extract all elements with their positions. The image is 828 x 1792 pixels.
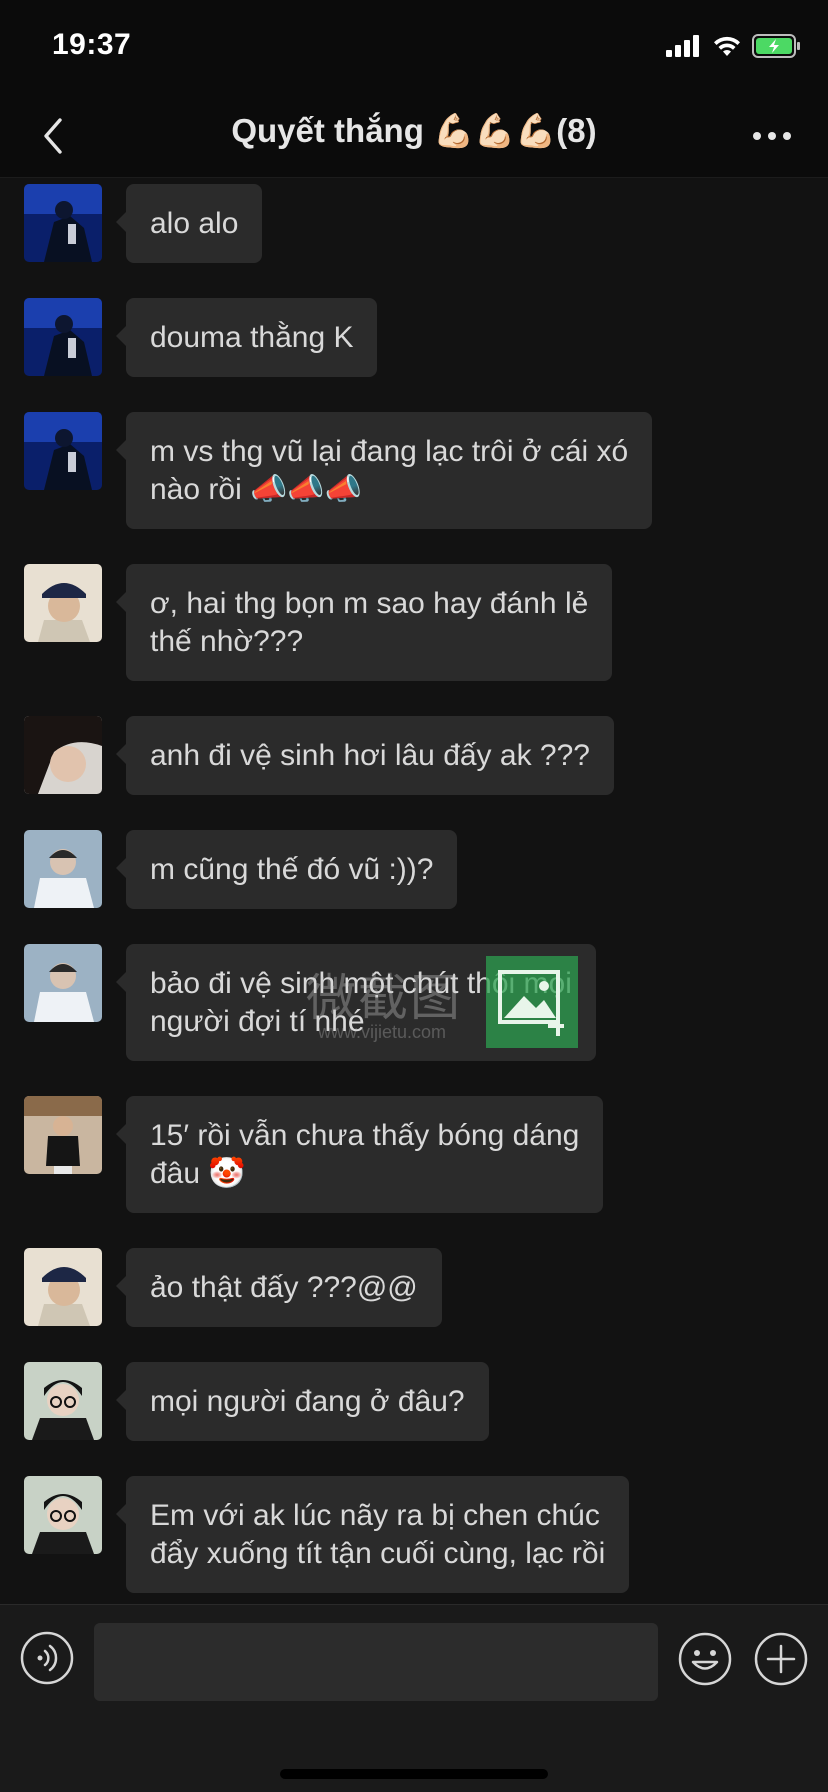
chat-header: Quyết thắng 💪🏻💪🏻💪🏻(8) — [0, 94, 828, 178]
message-bubble[interactable]: anh đi vệ sinh hơi lâu đấy ak ??? — [116, 716, 614, 795]
message-bubble[interactable]: 15′ rồi vẫn chưa thấy bóng dáng đâu 🤡 — [115, 1096, 604, 1213]
avatar[interactable] — [24, 716, 102, 794]
message-text: anh đi vệ sinh hơi lâu đấy ak ??? — [150, 739, 590, 772]
message-text: ảo thật đấy ???@@ — [150, 1271, 418, 1304]
status-time: 19:37 — [52, 28, 132, 61]
message-text-line: đẩy xuống tít tận cuối cùng, lạc rồi — [150, 1537, 606, 1570]
add-button[interactable] — [753, 1631, 809, 1687]
avatar[interactable] — [24, 1362, 102, 1440]
avatar[interactable] — [24, 1096, 102, 1174]
avatar[interactable] — [24, 1476, 102, 1554]
status-icons — [666, 32, 800, 60]
message-bubble[interactable]: m cũng thế đó vũ :))? — [115, 830, 458, 909]
message-bubble[interactable]: douma thằng K — [115, 298, 378, 377]
avatar[interactable] — [24, 830, 102, 908]
message-text-line: bảo đi vệ sinh một chút thôi mọi — [150, 967, 572, 1000]
message-text-line: người đợi tí nhé — [150, 1005, 365, 1038]
message-bubble[interactable]: m vs thg vũ lại đang lạc trôi ở cái xó n… — [115, 412, 653, 529]
avatar[interactable] — [24, 1248, 102, 1326]
plus-icon — [754, 1632, 808, 1686]
message-text: alo alo — [150, 207, 239, 240]
message-text-line: m vs thg vũ lại đang lạc trôi ở cái xó — [150, 435, 629, 468]
message-input[interactable] — [94, 1623, 658, 1701]
message-bubble[interactable]: Em với ak lúc nãy ra bị chen chúc đẩy xu… — [115, 1476, 630, 1593]
voice-icon — [20, 1631, 74, 1685]
message-bubble[interactable]: ảo thật đấy ???@@ — [116, 1248, 442, 1327]
message-bubble[interactable]: ơ, hai thg bọn m sao hay đánh lẻ thế nhờ… — [115, 564, 613, 681]
emoji-button[interactable] — [677, 1631, 733, 1687]
avatar[interactable] — [24, 564, 102, 642]
message-list[interactable]: alo alo douma thằng K m vs thg vũ lại đa… — [0, 178, 828, 1604]
message-text-line: thế nhờ??? — [150, 625, 304, 658]
wifi-icon — [714, 36, 740, 56]
signal-icon — [666, 35, 699, 57]
more-dots-icon — [753, 132, 791, 140]
avatar[interactable] — [24, 184, 102, 262]
message-bubble[interactable]: alo alo — [115, 184, 263, 263]
message-text: douma thằng K — [150, 321, 354, 354]
input-bar — [0, 1604, 828, 1792]
message-text-line: 15′ rồi vẫn chưa thấy bóng dáng — [150, 1119, 580, 1152]
more-button[interactable] — [742, 108, 802, 164]
chat-title: Quyết thắng 💪🏻💪🏻💪🏻(8) — [231, 112, 597, 149]
battery-icon — [752, 34, 800, 58]
message-text-line: đâu 🤡 — [150, 1157, 246, 1190]
message-bubble[interactable]: bảo đi vệ sinh một chút thôi mọi người đ… — [116, 944, 596, 1061]
emoji-icon — [678, 1632, 732, 1686]
status-bar: 19:37 — [0, 0, 828, 94]
home-indicator — [280, 1769, 548, 1779]
message-bubble[interactable]: mọi người đang ở đâu? — [116, 1362, 489, 1441]
message-text-line: Em với ak lúc nãy ra bị chen chúc — [150, 1499, 600, 1532]
avatar[interactable] — [24, 944, 102, 1022]
voice-button[interactable] — [20, 1631, 74, 1685]
avatar[interactable] — [24, 298, 102, 376]
message-text: mọi người đang ở đâu? — [150, 1385, 465, 1418]
message-text: m cũng thế đó vũ :))? — [150, 853, 434, 886]
avatar[interactable] — [24, 412, 102, 490]
message-text-line: ơ, hai thg bọn m sao hay đánh lẻ — [150, 587, 589, 620]
message-text-line: nào rồi 📣📣📣 — [150, 473, 363, 506]
